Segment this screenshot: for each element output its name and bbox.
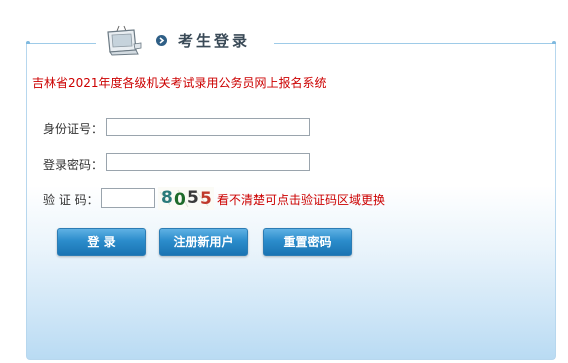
captcha-digit: 5 (200, 189, 212, 209)
system-name: 吉林省2021年度各级机关考试录用公务员网上报名系统 (32, 76, 327, 90)
captcha-label: 验 证 码： (43, 193, 99, 207)
page-title: 考生登录 (178, 32, 251, 50)
reset-password-button[interactable]: 重置密码 (263, 228, 352, 256)
password-label: 登录密码： (43, 158, 104, 172)
arrow-right-circle-icon (156, 35, 167, 46)
captcha-image[interactable]: 8 0 5 5 (158, 187, 214, 210)
monitor-icon (107, 25, 142, 56)
captcha-digit: 8 (161, 188, 173, 208)
register-button[interactable]: 注册新用户 (159, 228, 248, 256)
captcha-digit: 0 (174, 190, 186, 210)
id-number-label: 身份证号： (43, 122, 104, 136)
captcha-refresh-hint[interactable]: 看不清楚可点击验证码区域更换 (217, 191, 385, 208)
login-button[interactable]: 登 录 (57, 228, 146, 256)
captcha-input[interactable] (101, 188, 155, 208)
id-number-input[interactable] (106, 118, 310, 136)
password-input[interactable] (106, 153, 310, 171)
login-header: 考生登录 (96, 22, 274, 58)
captcha-digit: 5 (187, 188, 199, 208)
